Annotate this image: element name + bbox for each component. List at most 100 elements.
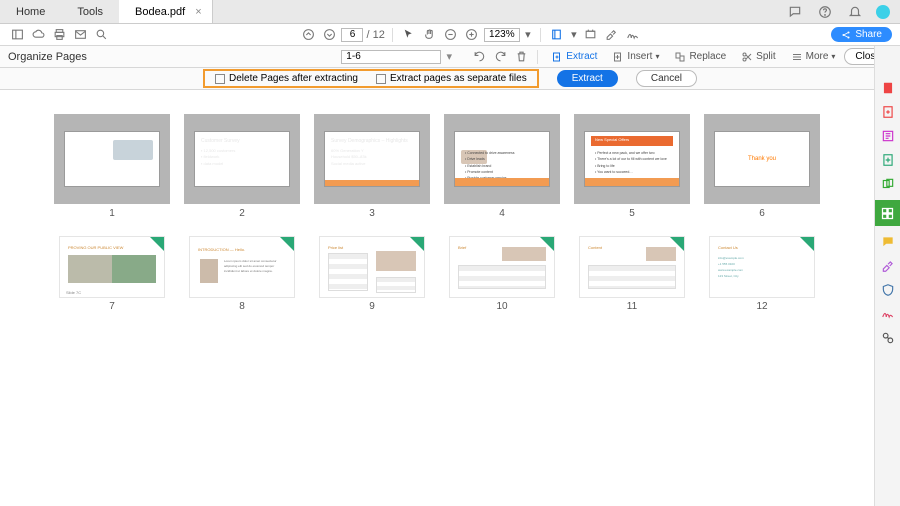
page-thumb[interactable]: INTRODUCTION — Hello.Lorem ipsum dolor s… (177, 237, 307, 312)
hand-icon[interactable] (421, 26, 439, 44)
search-icon[interactable] (92, 26, 110, 44)
page-number: 9 (369, 301, 375, 312)
redact-icon[interactable] (880, 330, 896, 346)
extract-button[interactable]: Extract (557, 70, 618, 87)
comment-icon[interactable] (880, 234, 896, 250)
split-label: Split (756, 51, 775, 62)
delete-after-label: Delete Pages after extracting (229, 73, 358, 84)
more-label: More (806, 51, 829, 62)
close-tab-icon[interactable]: × (195, 6, 201, 18)
replace-button[interactable]: Replace (668, 48, 732, 66)
save-cloud-icon[interactable] (29, 26, 47, 44)
page-thumb[interactable]: Price list 9 (307, 237, 437, 312)
read-mode-icon[interactable] (582, 26, 600, 44)
avatar[interactable] (876, 5, 890, 19)
insert-button[interactable]: Insert ▾ (606, 48, 665, 66)
highlight-icon[interactable] (603, 26, 621, 44)
page-thumb[interactable]: Customer Survey▪ 12,500 customers▪ field… (177, 114, 307, 219)
tab-tools[interactable]: Tools (61, 0, 119, 23)
tab-strip: Home Tools Bodea.pdf × (0, 0, 900, 24)
rotate-left-icon[interactable] (470, 48, 488, 66)
zoom-out-icon[interactable] (442, 26, 460, 44)
tab-home[interactable]: Home (0, 0, 61, 23)
tab-document[interactable]: Bodea.pdf × (119, 0, 213, 23)
page-total-label: / 12 (366, 29, 384, 41)
fit-page-icon[interactable] (548, 26, 566, 44)
replace-label: Replace (689, 51, 726, 62)
page-number: 3 (369, 208, 375, 219)
page-number: 5 (629, 208, 635, 219)
tab-document-label: Bodea.pdf (135, 6, 185, 18)
sign-tool-icon[interactable] (880, 306, 896, 322)
page-number: 7 (109, 301, 115, 312)
page-number: 6 (759, 208, 765, 219)
split-button[interactable]: Split (735, 48, 781, 66)
page-thumb[interactable]: Thank you 6 (697, 114, 827, 219)
pdf-icon[interactable] (880, 80, 896, 96)
delete-after-checkbox[interactable]: Delete Pages after extracting (215, 73, 358, 84)
page-number: 10 (496, 301, 507, 312)
tool-rail (874, 46, 900, 506)
separate-files-checkbox[interactable]: Extract pages as separate files (376, 73, 527, 84)
main-toolbar: / 12 ▾ ▾ Share (0, 24, 900, 46)
mail-icon[interactable] (71, 26, 89, 44)
create-icon[interactable] (880, 152, 896, 168)
chevron-down-icon[interactable]: ▾ (444, 48, 454, 66)
chevron-down-icon: ▾ (831, 52, 835, 61)
print-icon[interactable] (50, 26, 68, 44)
organize-pages-icon[interactable] (875, 200, 900, 226)
page-thumb[interactable]: Brief 10 (437, 237, 567, 312)
separate-files-label: Extract pages as separate files (390, 73, 527, 84)
page-number-input[interactable] (341, 28, 363, 42)
trash-icon[interactable] (512, 48, 530, 66)
more-button[interactable]: More ▾ (785, 48, 842, 66)
page-number: 1 (109, 208, 115, 219)
extract-options-bar: Delete Pages after extracting Extract pa… (0, 68, 900, 90)
page-thumb[interactable]: Contact Usinfo@example.com+1 555 0100www… (697, 237, 827, 312)
page-thumb[interactable]: Reasons for Joining• Connected to drive … (437, 114, 567, 219)
page-number: 12 (756, 301, 767, 312)
checkbox-icon (215, 74, 225, 84)
pointer-icon[interactable] (400, 26, 418, 44)
page-number: 8 (239, 301, 245, 312)
page-thumb[interactable]: Content 11 (567, 237, 697, 312)
page-thumb[interactable]: PROVING OUR PUBLIC VIEWSlide 7C 7 (47, 237, 177, 312)
extract-tool-button[interactable]: Extract (545, 48, 603, 66)
sign-icon[interactable] (624, 26, 642, 44)
page-number: 4 (499, 208, 505, 219)
pages-grid: 1 Customer Survey▪ 12,500 customers▪ fie… (14, 114, 860, 312)
chat-icon[interactable] (786, 3, 804, 21)
extract-options-highlight: Delete Pages after extracting Extract pa… (203, 69, 539, 88)
page-number: 2 (239, 208, 245, 219)
page-thumb[interactable]: 1 (47, 114, 177, 219)
page-down-icon[interactable] (320, 26, 338, 44)
zoom-input[interactable] (484, 28, 520, 42)
help-icon[interactable] (816, 3, 834, 21)
organize-toolbar: Organize Pages ▾ Extract Insert ▾ Replac… (0, 46, 900, 68)
cancel-button[interactable]: Cancel (636, 70, 697, 87)
chevron-down-icon[interactable]: ▾ (569, 26, 579, 44)
chevron-down-icon[interactable]: ▾ (523, 26, 533, 44)
zoom-in-icon[interactable] (463, 26, 481, 44)
sidebar-toggle-icon[interactable] (8, 26, 26, 44)
organize-title: Organize Pages (8, 51, 87, 63)
page-up-icon[interactable] (299, 26, 317, 44)
share-label: Share (855, 29, 882, 40)
chevron-down-icon: ▾ (655, 52, 659, 61)
fill-sign-icon[interactable] (880, 258, 896, 274)
page-thumb[interactable]: Survey Demographics – Highlights60% Gene… (307, 114, 437, 219)
page-thumb[interactable]: New Special Offers• Perfect a new pack, … (567, 114, 697, 219)
share-button[interactable]: Share (831, 27, 892, 42)
page-range-input[interactable] (341, 50, 441, 64)
rotate-right-icon[interactable] (491, 48, 509, 66)
export-icon[interactable] (880, 104, 896, 120)
insert-label: Insert (627, 51, 652, 62)
page-number: 11 (627, 301, 637, 312)
combine-icon[interactable] (880, 176, 896, 192)
edit-pdf-icon[interactable] (880, 128, 896, 144)
checkbox-icon (376, 74, 386, 84)
thumbnail-area: 1 Customer Survey▪ 12,500 customers▪ fie… (0, 90, 874, 506)
extract-tool-label: Extract (566, 51, 597, 62)
bell-icon[interactable] (846, 3, 864, 21)
protect-icon[interactable] (880, 282, 896, 298)
